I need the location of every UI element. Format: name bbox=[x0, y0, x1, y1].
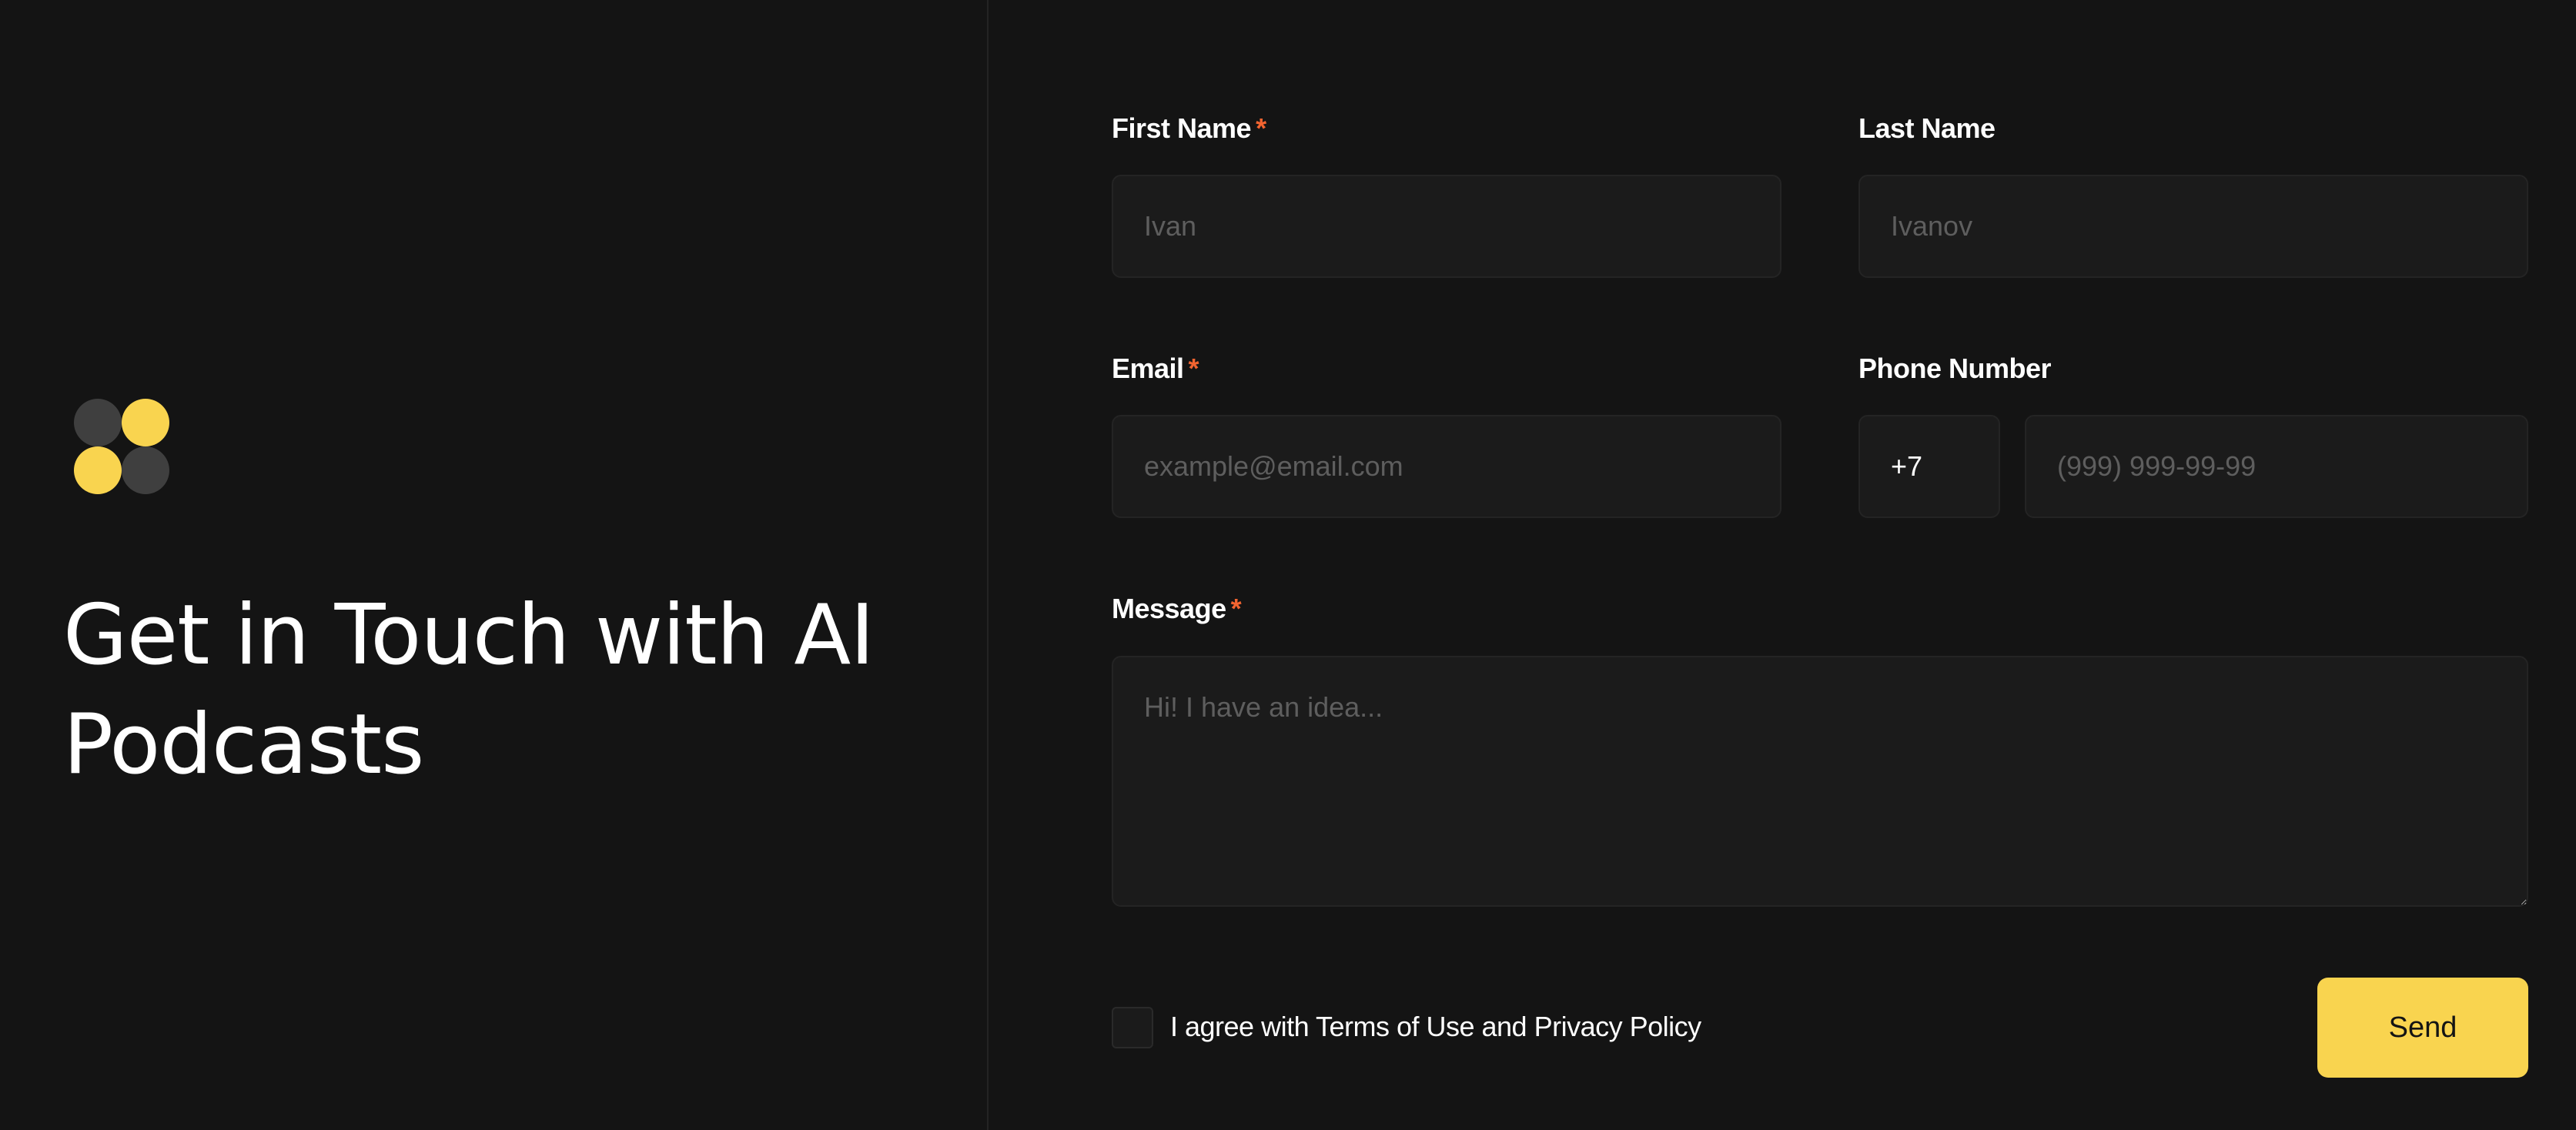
panel-divider bbox=[987, 0, 989, 1130]
send-button[interactable]: Send bbox=[2317, 978, 2528, 1078]
phone-country-code[interactable]: +7 bbox=[1858, 415, 2000, 518]
phone-label-text: Phone Number bbox=[1858, 353, 2052, 384]
logo-dot-top-right bbox=[122, 399, 169, 446]
agree-label[interactable]: I agree with Terms of Use and Privacy Po… bbox=[1170, 1011, 1701, 1043]
contact-page: Get in Touch with AI Podcasts First Name… bbox=[0, 0, 2576, 1130]
required-mark: * bbox=[1256, 112, 1266, 144]
email-label: Email * bbox=[1112, 353, 1199, 385]
email-input[interactable] bbox=[1112, 415, 1781, 518]
message-label-text: Message bbox=[1112, 593, 1226, 624]
last-name-label: Last Name bbox=[1858, 112, 1996, 145]
message-textarea[interactable] bbox=[1112, 656, 2528, 907]
phone-input[interactable] bbox=[2025, 415, 2528, 518]
logo-dot-bottom-left bbox=[74, 446, 122, 494]
last-name-input[interactable] bbox=[1858, 175, 2528, 278]
agree-checkbox[interactable] bbox=[1112, 1007, 1153, 1048]
last-name-label-text: Last Name bbox=[1858, 112, 1996, 144]
required-mark: * bbox=[1188, 353, 1199, 384]
logo-dot-top-left bbox=[74, 399, 122, 446]
first-name-label-text: First Name bbox=[1112, 112, 1252, 144]
message-label: Message * bbox=[1112, 593, 1242, 625]
logo-dot-bottom-right bbox=[122, 446, 169, 494]
phone-label: Phone Number bbox=[1858, 353, 2052, 385]
required-mark: * bbox=[1230, 593, 1242, 624]
logo-icon bbox=[74, 399, 172, 497]
first-name-label: First Name * bbox=[1112, 112, 1266, 145]
email-label-text: Email bbox=[1112, 353, 1184, 384]
hero-panel: Get in Touch with AI Podcasts bbox=[0, 0, 987, 1130]
first-name-input[interactable] bbox=[1112, 175, 1781, 278]
page-title: Get in Touch with AI Podcasts bbox=[63, 587, 875, 793]
